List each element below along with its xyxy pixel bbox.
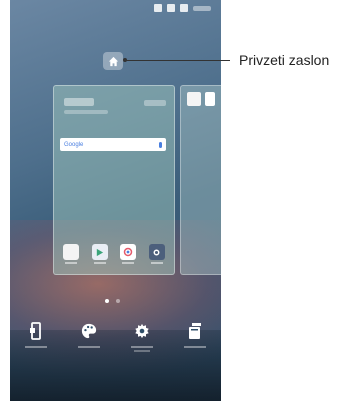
home-icon — [108, 56, 118, 66]
page-indicator — [105, 299, 120, 303]
home-screen-preview-2[interactable] — [180, 85, 221, 275]
themes-icon — [82, 323, 97, 339]
page-dot-active — [105, 299, 109, 303]
home-screen-settings-button[interactable] — [122, 322, 162, 352]
apps-icon — [188, 323, 201, 339]
google-logo: Google — [64, 141, 84, 148]
apps-sort-button[interactable] — [175, 322, 215, 352]
default-home-screen-button[interactable] — [103, 52, 123, 70]
widgets-button[interactable] — [16, 322, 56, 352]
widgets-icon — [30, 322, 42, 340]
app-folder-icon — [187, 92, 201, 106]
callout-label: Privzeti zaslon — [239, 52, 330, 68]
app-icon — [205, 92, 215, 106]
date-text — [64, 110, 108, 114]
settings-icon — [135, 323, 149, 339]
bottom-options-bar — [10, 322, 221, 352]
mic-icon — [159, 141, 162, 148]
signal-icon — [167, 4, 175, 12]
camera-icon — [120, 244, 137, 264]
battery-icon — [180, 4, 188, 12]
weather-widget — [144, 100, 166, 106]
themes-button[interactable] — [69, 322, 109, 352]
home-screen-preview-1[interactable]: Google — [53, 85, 175, 275]
callout-line — [125, 60, 230, 61]
clock-widget — [64, 98, 94, 106]
google-search-bar: Google — [60, 138, 166, 151]
nfc-icon — [154, 4, 162, 12]
preview-app-row — [54, 244, 174, 264]
status-bar — [10, 0, 221, 16]
settings-app-icon — [148, 244, 165, 264]
app-folder-icon — [63, 244, 80, 264]
status-time — [193, 5, 211, 11]
page-dot — [116, 299, 120, 303]
play-store-icon — [91, 244, 108, 264]
